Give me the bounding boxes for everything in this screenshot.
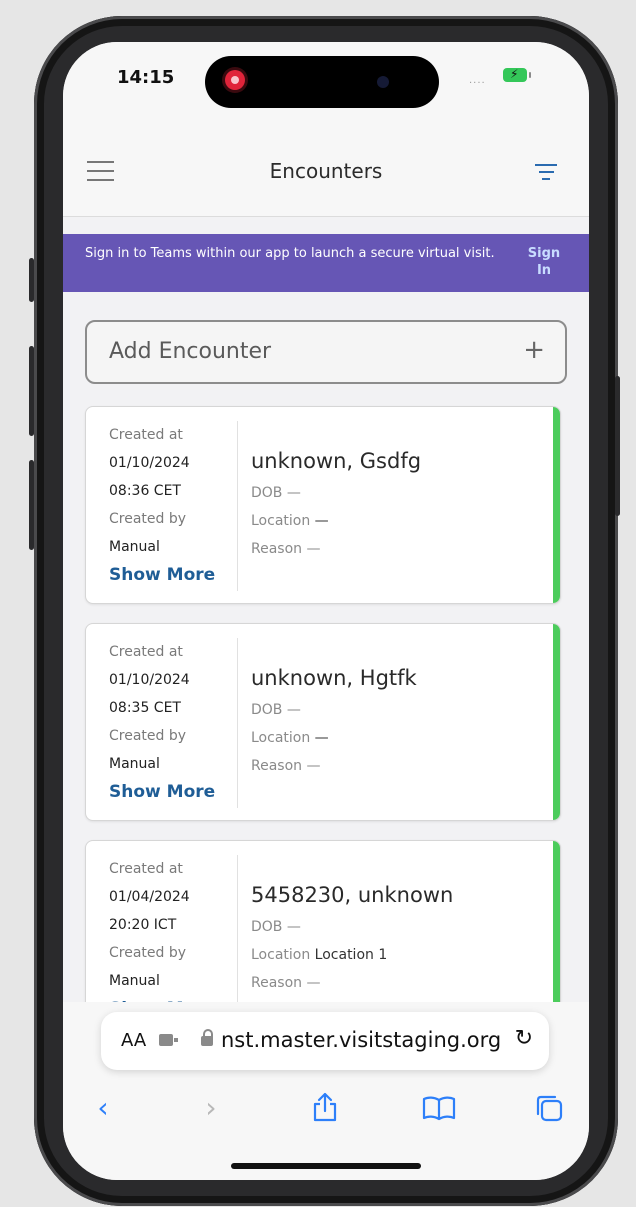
dob-line: DOB — (251, 702, 301, 718)
created-date: 01/10/2024 (109, 455, 190, 471)
front-camera (377, 76, 389, 88)
patient-name: 5458230, unknown (251, 883, 454, 907)
charging-bolt-icon: ⚡ (510, 67, 519, 81)
tabs-icon[interactable] (529, 1088, 569, 1128)
signal-icon: .... (469, 75, 486, 86)
volume-down-button (29, 460, 34, 550)
reason-line: Reason — (251, 758, 321, 774)
volume-up-button (29, 346, 34, 436)
show-more-link[interactable]: Show More (109, 778, 237, 806)
show-more-link[interactable]: Show More (109, 561, 237, 589)
back-icon[interactable]: ‹ (83, 1088, 123, 1128)
status-bar: 14:15 .... ⚡ (63, 42, 589, 122)
text-size-button[interactable]: AA (121, 1030, 146, 1051)
created-date: 01/04/2024 (109, 889, 190, 905)
created-by-label: Created by (109, 511, 187, 527)
url-text[interactable]: nst.master.visitstaging.org (221, 1028, 501, 1052)
created-by-value: Manual (109, 973, 160, 989)
created-at-label: Created at (109, 861, 183, 877)
bookmarks-icon[interactable] (419, 1088, 459, 1128)
patient-info: 5458230, unknown DOB — Location Location… (251, 883, 541, 997)
patient-info: unknown, Gsdfg DOB — Location — Reason — (251, 449, 541, 563)
created-date: 01/10/2024 (109, 672, 190, 688)
browser-toolbar: ‹ › (63, 1088, 589, 1128)
add-encounter-label: Add Encounter (109, 339, 272, 364)
app-header: Encounters (63, 122, 589, 217)
created-at-label: Created at (109, 427, 183, 443)
created-at-label: Created at (109, 644, 183, 660)
location-line: Location — (251, 513, 329, 529)
created-by-value: Manual (109, 756, 160, 772)
forward-icon[interactable]: › (191, 1088, 231, 1128)
home-indicator (231, 1163, 421, 1169)
reload-icon[interactable]: ↻ (515, 1026, 533, 1051)
status-time: 14:15 (117, 67, 175, 88)
recording-icon (225, 70, 245, 90)
encounter-card[interactable]: Created at 01/10/2024 08:35 CET Created … (85, 623, 561, 821)
patient-name: unknown, Hgtfk (251, 666, 417, 690)
dob-line: DOB — (251, 919, 301, 935)
encounter-card[interactable]: Created at 01/10/2024 08:36 CET Created … (85, 406, 561, 604)
location-line: Location — (251, 730, 329, 746)
dynamic-island (205, 56, 439, 108)
created-time: 08:36 CET (109, 483, 181, 499)
encounter-meta: Created at 01/10/2024 08:35 CET Created … (109, 638, 238, 808)
reason-line: Reason — (251, 541, 321, 557)
banner-text: Sign in to Teams within our app to launc… (85, 246, 495, 261)
patient-info: unknown, Hgtfk DOB — Location — Reason — (251, 666, 541, 780)
sign-in-link[interactable]: Sign In (519, 245, 569, 279)
extension-icon[interactable] (159, 1034, 178, 1046)
reason-line: Reason — (251, 975, 321, 991)
silent-switch (29, 258, 34, 302)
created-by-label: Created by (109, 728, 187, 744)
patient-name: unknown, Gsdfg (251, 449, 422, 473)
share-icon[interactable] (305, 1088, 345, 1128)
power-button (615, 376, 620, 516)
filter-icon[interactable] (535, 164, 557, 182)
battery-icon: ⚡ (503, 67, 531, 82)
location-line: Location Location 1 (251, 947, 388, 963)
encounter-meta: Created at 01/04/2024 20:20 ICT Created … (109, 855, 238, 1025)
dob-line: DOB — (251, 485, 301, 501)
encounter-meta: Created at 01/10/2024 08:36 CET Created … (109, 421, 238, 591)
created-time: 08:35 CET (109, 700, 181, 716)
status-accent-bar (553, 407, 560, 603)
created-by-label: Created by (109, 945, 187, 961)
teams-signin-banner: Sign in to Teams within our app to launc… (63, 234, 589, 292)
status-accent-bar (553, 624, 560, 820)
add-encounter-button[interactable]: Add Encounter + (85, 320, 567, 384)
created-by-value: Manual (109, 539, 160, 555)
address-bar[interactable]: AA nst.master.visitstaging.org ↻ (101, 1012, 549, 1070)
page-title: Encounters (269, 159, 383, 183)
plus-icon: + (523, 335, 545, 365)
lock-icon (201, 1029, 213, 1046)
created-time: 20:20 ICT (109, 917, 177, 933)
phone-screen: 14:15 .... ⚡ Encounters Sign in to Teams… (63, 42, 589, 1180)
browser-bottom-bar: AA nst.master.visitstaging.org ↻ ‹ › (63, 1002, 589, 1180)
